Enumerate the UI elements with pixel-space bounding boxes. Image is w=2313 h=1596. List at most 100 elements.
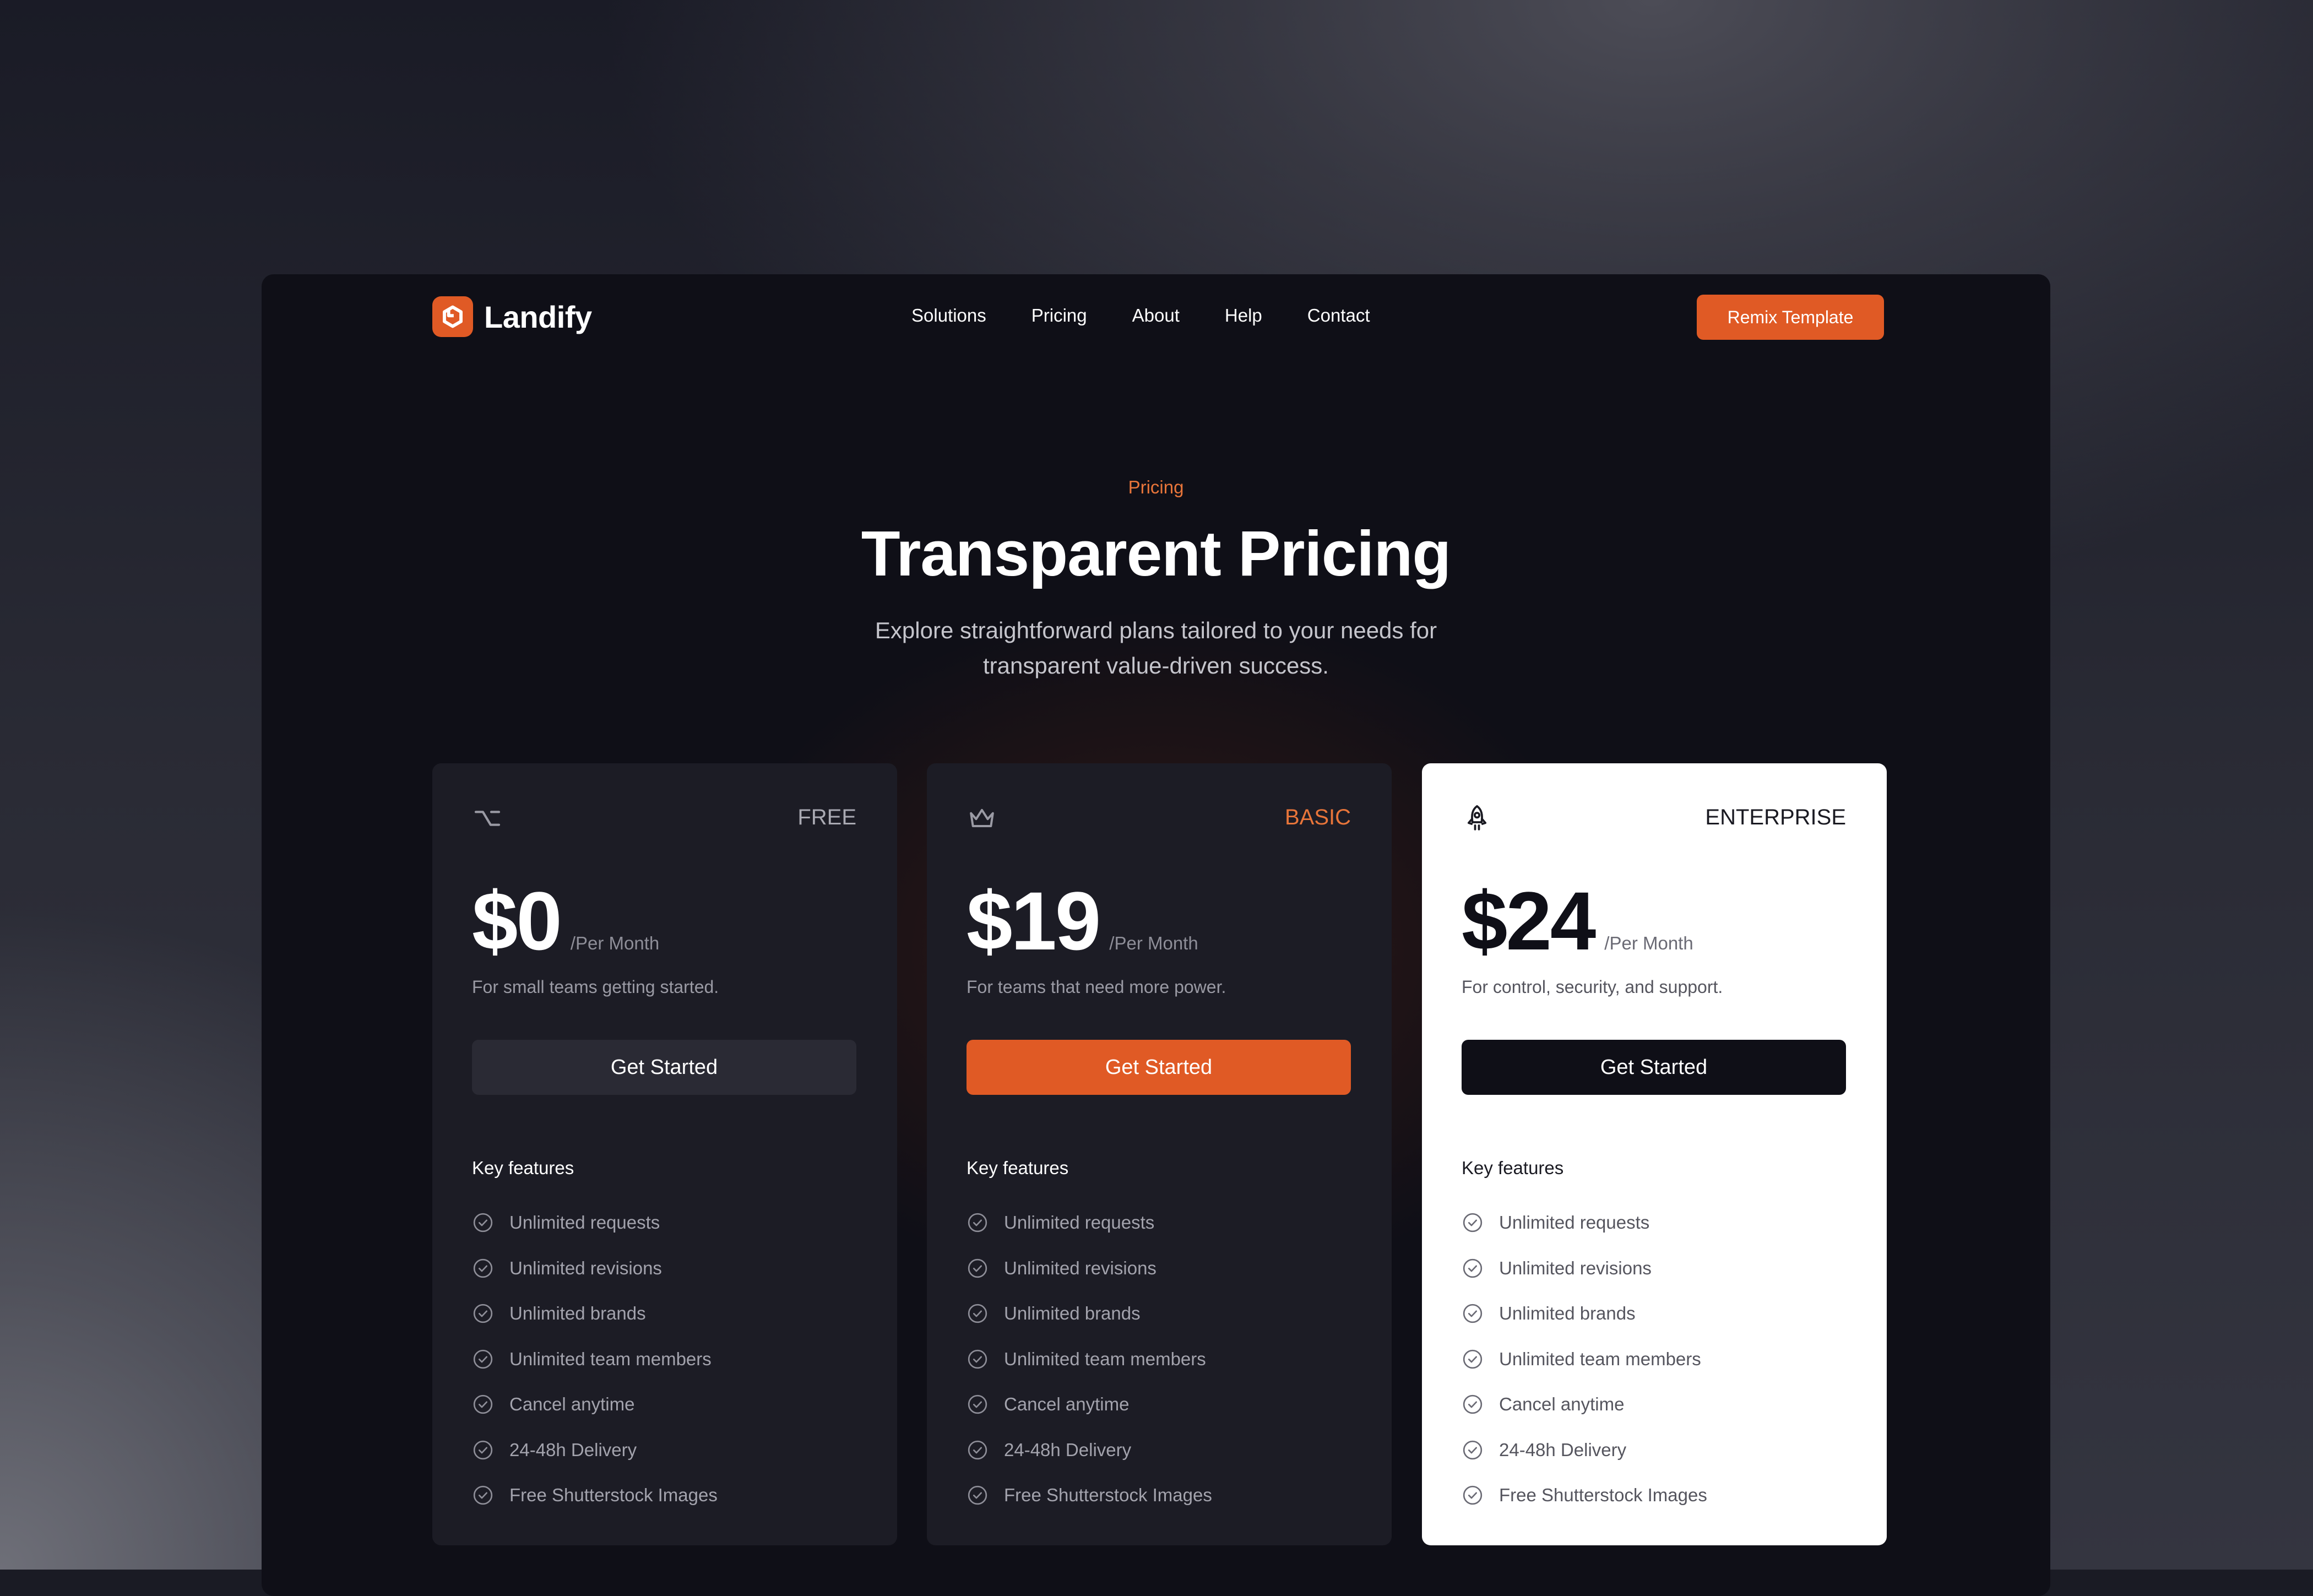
feature-label: Unlimited requests <box>1499 1212 1650 1233</box>
feature-item: 24-48h Delivery <box>472 1427 718 1473</box>
check-circle-icon <box>473 1258 493 1278</box>
main-nav: Solutions Pricing About Help Contact <box>911 305 1370 326</box>
price-row: $19 /Per Month <box>967 873 1198 969</box>
check-circle-icon <box>1463 1304 1483 1323</box>
feature-label: Unlimited team members <box>1004 1348 1206 1369</box>
check-circle-icon <box>968 1304 987 1323</box>
key-features-title: Key features <box>472 1158 574 1178</box>
feature-item: Unlimited team members <box>472 1337 718 1382</box>
check-circle-icon <box>473 1440 493 1459</box>
feature-item: Cancel anytime <box>967 1382 1212 1427</box>
check-circle-icon <box>968 1440 987 1459</box>
nav-link-about[interactable]: About <box>1132 305 1180 326</box>
nav-link-pricing[interactable]: Pricing <box>1031 305 1087 326</box>
feature-label: Free Shutterstock Images <box>509 1485 718 1506</box>
plan-name: BASIC <box>1284 805 1351 829</box>
feature-item: Cancel anytime <box>472 1382 718 1427</box>
check-circle-icon <box>968 1349 987 1369</box>
feature-item: Unlimited requests <box>967 1200 1212 1246</box>
section-eyebrow: Pricing <box>1128 477 1184 497</box>
check-circle-icon <box>1463 1395 1483 1414</box>
plan-period: /Per Month <box>570 933 660 953</box>
feature-list: Unlimited requests Unlimited revisions U… <box>472 1200 718 1518</box>
feature-label: Free Shutterstock Images <box>1499 1485 1707 1506</box>
feature-label: Free Shutterstock Images <box>1004 1485 1212 1506</box>
plan-name: FREE <box>797 805 856 829</box>
get-started-button-free[interactable]: Get Started <box>472 1040 856 1095</box>
check-circle-icon <box>968 1258 987 1278</box>
subtitle-line-1: Explore straightforward plans tailored t… <box>875 617 1437 643</box>
feature-label: 24-48h Delivery <box>509 1439 637 1460</box>
feature-label: Unlimited requests <box>509 1212 660 1233</box>
feature-item: Unlimited revisions <box>967 1246 1212 1291</box>
get-started-button-enterprise[interactable]: Get Started <box>1462 1040 1846 1095</box>
brand-logo[interactable]: Landify <box>432 296 592 337</box>
feature-item: Unlimited revisions <box>472 1246 718 1291</box>
plan-period: /Per Month <box>1109 933 1198 953</box>
key-features-title: Key features <box>1462 1158 1564 1178</box>
check-circle-icon <box>473 1304 493 1323</box>
feature-label: Unlimited team members <box>1499 1348 1701 1369</box>
check-circle-icon <box>968 1486 987 1505</box>
feature-label: 24-48h Delivery <box>1499 1439 1627 1460</box>
feature-item: Unlimited brands <box>472 1291 718 1337</box>
feature-label: Unlimited brands <box>1004 1303 1141 1324</box>
page-subtitle: Explore straightforward plans tailored t… <box>840 613 1472 683</box>
subtitle-line-2: transparent value-driven success. <box>983 653 1329 678</box>
feature-label: Unlimited requests <box>1004 1212 1155 1233</box>
feature-item: Unlimited requests <box>1462 1200 1707 1246</box>
feature-item: 24-48h Delivery <box>967 1427 1212 1473</box>
check-circle-icon <box>1463 1486 1483 1505</box>
crown-icon <box>970 808 994 827</box>
price-row: $24 /Per Month <box>1462 873 1693 969</box>
rocket-icon <box>1467 805 1487 830</box>
feature-label: Unlimited team members <box>509 1348 712 1369</box>
feature-label: Cancel anytime <box>509 1394 635 1415</box>
nav-link-contact[interactable]: Contact <box>1307 305 1370 326</box>
nav-link-solutions[interactable]: Solutions <box>911 305 986 326</box>
feature-item: Unlimited revisions <box>1462 1246 1707 1291</box>
feature-list: Unlimited requests Unlimited revisions U… <box>967 1200 1212 1518</box>
price-row: $0 /Per Month <box>472 873 659 969</box>
plan-card-free: FREE $0 /Per Month For small teams getti… <box>432 763 897 1545</box>
check-circle-icon <box>1463 1258 1483 1278</box>
feature-item: Cancel anytime <box>1462 1382 1707 1427</box>
landify-logo-icon <box>432 296 473 337</box>
feature-item: Free Shutterstock Images <box>1462 1473 1707 1518</box>
check-circle-icon <box>968 1213 987 1233</box>
plan-price: $24 <box>1462 875 1596 967</box>
plan-card-enterprise: ENTERPRISE $24 /Per Month For control, s… <box>1422 763 1887 1545</box>
plan-price: $0 <box>472 875 562 967</box>
feature-item: Free Shutterstock Images <box>472 1473 718 1518</box>
check-circle-icon <box>473 1486 493 1505</box>
feature-item: 24-48h Delivery <box>1462 1427 1707 1473</box>
get-started-button-basic[interactable]: Get Started <box>967 1040 1351 1095</box>
feature-item: Unlimited team members <box>967 1337 1212 1382</box>
check-circle-icon <box>473 1213 493 1233</box>
key-features-title: Key features <box>967 1158 1069 1178</box>
feature-label: Cancel anytime <box>1004 1394 1130 1415</box>
check-circle-icon <box>968 1395 987 1414</box>
feature-label: Unlimited revisions <box>1004 1257 1156 1278</box>
page-title: Transparent Pricing <box>861 518 1451 589</box>
plan-period: /Per Month <box>1604 933 1693 953</box>
option-key-icon <box>474 811 501 826</box>
plan-description: For teams that need more power. <box>967 977 1226 997</box>
feature-item: Unlimited brands <box>967 1291 1212 1337</box>
plan-description: For control, security, and support. <box>1462 977 1723 997</box>
feature-item: Unlimited brands <box>1462 1291 1707 1337</box>
feature-item: Free Shutterstock Images <box>967 1473 1212 1518</box>
remix-template-button[interactable]: Remix Template <box>1697 295 1884 340</box>
plan-card-basic: BASIC $19 /Per Month For teams that need… <box>927 763 1392 1545</box>
feature-item: Unlimited requests <box>472 1200 718 1246</box>
feature-label: Unlimited revisions <box>509 1257 662 1278</box>
feature-label: Unlimited brands <box>1499 1303 1636 1324</box>
feature-item: Unlimited team members <box>1462 1337 1707 1382</box>
landing-page-window: Landify Solutions Pricing About Help Con… <box>262 274 2050 1596</box>
feature-list: Unlimited requests Unlimited revisions U… <box>1462 1200 1707 1518</box>
check-circle-icon <box>1463 1349 1483 1369</box>
feature-label: Cancel anytime <box>1499 1394 1625 1415</box>
plan-description: For small teams getting started. <box>472 977 719 997</box>
nav-link-help[interactable]: Help <box>1225 305 1262 326</box>
plan-price: $19 <box>967 875 1101 967</box>
